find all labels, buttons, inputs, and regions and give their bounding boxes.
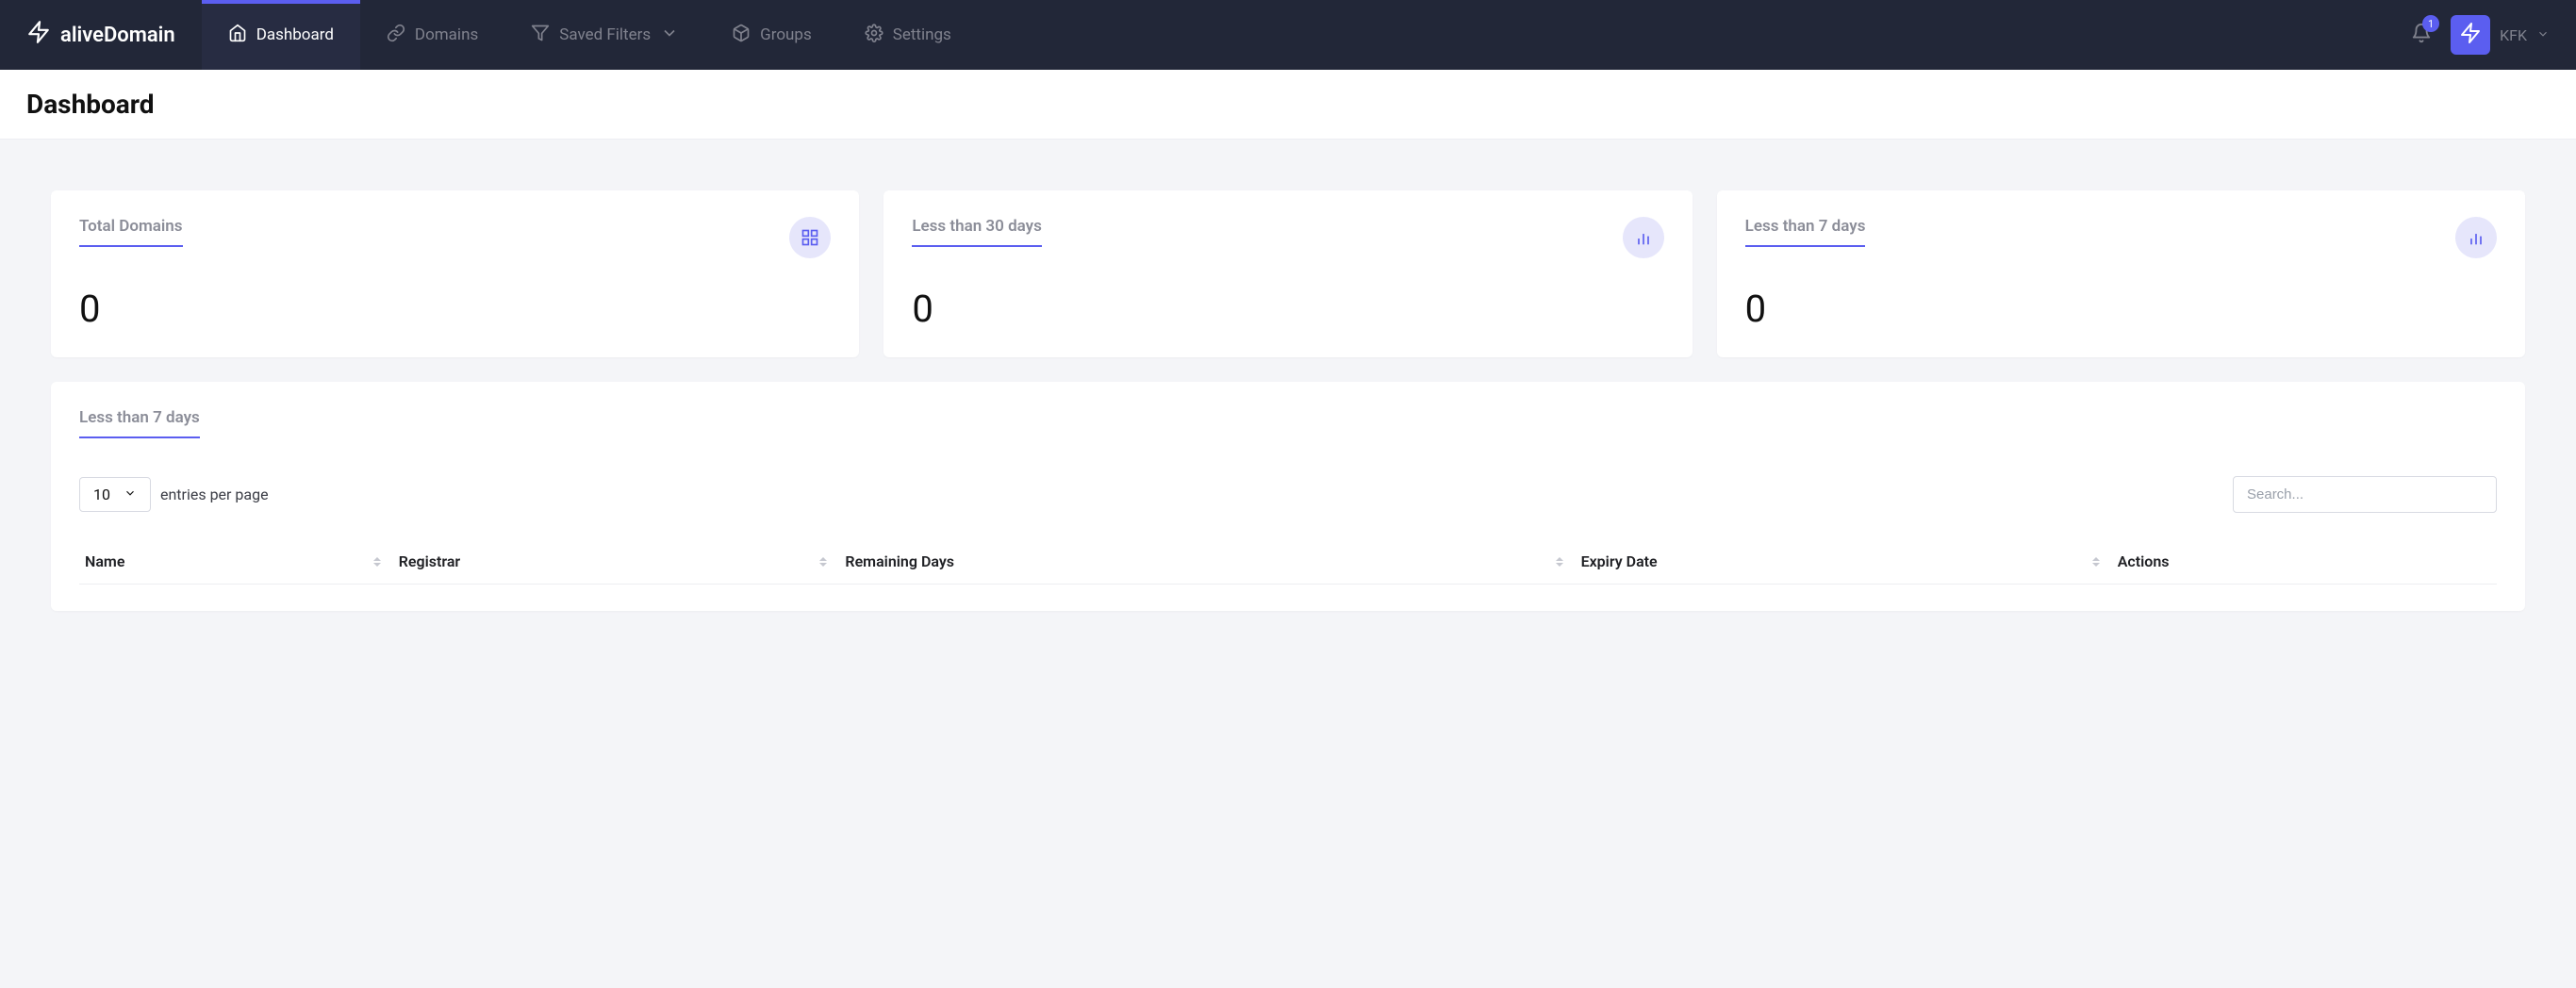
entries-per-page: 10 entries per page [79,477,269,512]
card-title: Less than 30 days [912,217,1042,247]
bar-chart-icon [2455,217,2497,258]
col-label: Registrar [399,552,460,570]
nav-domains[interactable]: Domains [360,0,504,70]
sort-icon [818,557,828,567]
grid-icon [789,217,831,258]
nav-dashboard[interactable]: Dashboard [202,0,360,70]
sort-icon [1555,557,1564,567]
nav-label: Groups [760,25,812,44]
page-header: Dashboard [0,70,2576,140]
user-menu[interactable]: KFK [2451,15,2550,55]
card-title: Less than 7 days [1745,217,1866,247]
col-remaining[interactable]: Remaining Days [839,539,1575,585]
col-label: Remaining Days [845,552,954,570]
chevron-down-icon [2536,26,2550,44]
nav-label: Dashboard [256,25,334,44]
gear-icon [865,24,883,47]
nav-saved-filters[interactable]: Saved Filters [504,0,705,70]
stat-cards: Total Domains 0 Less than 30 days 0 Less… [51,190,2525,357]
notifications-button[interactable]: 1 [2411,23,2432,47]
nav-label: Settings [893,25,951,44]
top-nav: aliveDomain Dashboard Domains Saved Filt… [0,0,2576,70]
nav-label: Domains [415,25,478,44]
sort-icon [2091,557,2101,567]
nav-items: Dashboard Domains Saved Filters Groups [202,0,978,70]
brand[interactable]: aliveDomain [26,20,175,50]
entries-value: 10 [93,486,110,503]
panel-title: Less than 7 days [79,408,200,438]
col-label: Actions [2118,552,2170,570]
col-expiry[interactable]: Expiry Date [1576,539,2112,585]
card-total-domains: Total Domains 0 [51,190,859,357]
col-registrar[interactable]: Registrar [393,539,840,585]
col-label: Name [85,552,124,570]
col-actions: Actions [2112,539,2497,585]
entries-select[interactable]: 10 [79,477,151,512]
bar-chart-icon [1623,217,1664,258]
card-less-7: Less than 7 days 0 [1717,190,2525,357]
nav-settings[interactable]: Settings [838,0,978,70]
page-title: Dashboard [26,89,2550,120]
entries-label: entries per page [160,486,269,503]
brand-name: aliveDomain [60,24,175,47]
card-less-30: Less than 30 days 0 [883,190,1692,357]
bolt-icon [26,20,51,50]
avatar [2451,15,2490,55]
nav-label: Saved Filters [559,25,651,44]
user-initials: KFK [2500,26,2527,44]
content: Total Domains 0 Less than 30 days 0 Less… [0,140,2576,662]
box-icon [732,24,751,47]
filter-icon [531,24,550,47]
nav-groups[interactable]: Groups [705,0,838,70]
search-input[interactable] [2233,476,2497,513]
col-label: Expiry Date [1581,552,1658,570]
card-value: 0 [79,287,831,331]
home-icon [228,24,247,47]
card-title: Total Domains [79,217,183,247]
card-value: 0 [1745,287,2497,331]
nav-right: 1 KFK [2411,15,2550,55]
link-icon [387,24,405,47]
notification-badge: 1 [2422,15,2439,32]
panel-less-7: Less than 7 days 10 entries per page Nam… [51,382,2525,611]
chevron-down-icon [660,24,679,47]
sort-icon [372,557,382,567]
table-controls: 10 entries per page [79,476,2497,513]
data-table: Name Registrar Remaining Days Expiry Dat… [79,539,2497,585]
col-name[interactable]: Name [79,539,393,585]
card-value: 0 [912,287,1663,331]
chevron-down-icon [124,486,137,503]
bolt-icon [2459,22,2482,48]
